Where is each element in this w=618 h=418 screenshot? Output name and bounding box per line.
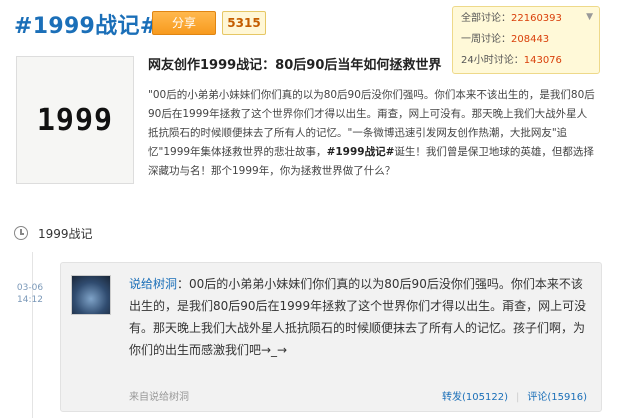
topic-cover-image: 1999: [16, 56, 134, 184]
cover-text: 1999: [36, 102, 114, 138]
stat-week-label: 一周讨论：: [461, 34, 511, 45]
comment-button[interactable]: 评论(15916): [527, 392, 587, 403]
post-author-link[interactable]: 说给树洞: [129, 277, 177, 291]
repost-button[interactable]: 转发(105122): [442, 392, 508, 403]
stat-total-label: 全部讨论：: [461, 13, 511, 24]
share-count-badge: 5315: [222, 11, 266, 35]
avatar[interactable]: [71, 275, 111, 315]
stat-week-value: 208443: [511, 34, 550, 45]
clock-icon: [14, 226, 28, 240]
stat-week: 一周讨论：208443: [461, 31, 549, 49]
description-hashtag[interactable]: #1999战记#: [327, 146, 395, 158]
topic-description: "00后的小弟弟小妹妹们你们真的以为80后90后没你们强吗。你们本来不该出生的，…: [148, 86, 596, 181]
stat-total-value: 22160393: [511, 13, 562, 24]
dropdown-arrow-icon[interactable]: ▼: [586, 12, 593, 22]
post-timestamp: 03-06 14:12: [12, 282, 48, 306]
post-body: 说给树洞：00后的小弟弟小妹妹们你们真的以为80后90后没你们强吗。你们本来不该…: [129, 273, 589, 361]
discussion-stats-panel: 全部讨论：22160393 ▼ 一周讨论：208443 24小时讨论：14307…: [452, 6, 600, 74]
post-time: 14:12: [17, 295, 43, 305]
post-actions: 转发(105122) | 评论(15916): [442, 388, 587, 403]
topic-title: #1999战记#: [14, 14, 159, 39]
timeline-line: [32, 252, 33, 418]
share-button[interactable]: 分享: [152, 11, 216, 35]
section-header: 1999战记: [14, 224, 93, 244]
post-source[interactable]: 来自说给树洞: [129, 388, 189, 403]
post-date: 03-06: [16, 283, 44, 293]
stat-total: 全部讨论：22160393: [461, 10, 562, 28]
post-text: ：00后的小弟弟小妹妹们你们真的以为80后90后没你们强吗。你们本来不该出生的，…: [129, 277, 587, 357]
stat-day-label: 24小时讨论：: [461, 55, 524, 66]
topic-headline[interactable]: 网友创作1999战记：80后90后当年如何拯救世界: [148, 54, 448, 76]
post-card: 说给树洞：00后的小弟弟小妹妹们你们真的以为80后90后没你们强吗。你们本来不该…: [60, 262, 602, 412]
stat-day: 24小时讨论：143076: [461, 52, 562, 70]
stat-day-value: 143076: [523, 55, 562, 66]
section-title: 1999战记: [38, 227, 93, 241]
action-divider: |: [516, 392, 520, 403]
